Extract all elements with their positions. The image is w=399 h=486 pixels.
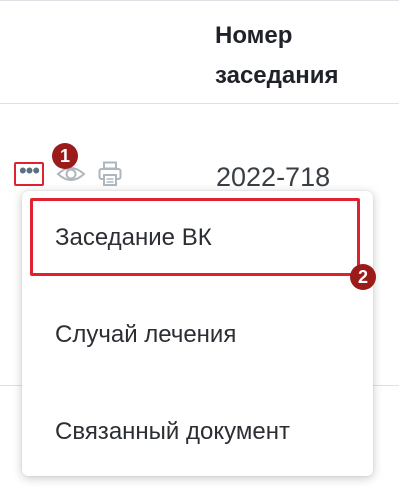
menu-item-related-document[interactable]: Связанный документ [22,402,373,462]
column-header-line1: Номер [215,22,293,49]
header-divider [0,103,399,104]
step-badge-1: 1 [52,143,78,169]
step-badge-2: 2 [350,264,376,290]
print-icon[interactable] [98,161,122,187]
menu-item-treatment-case[interactable]: Случай лечения [22,305,373,365]
column-header-line2: заседания [215,62,339,89]
column-header-number[interactable]: Номер заседания [215,16,339,96]
more-icon: ••• [18,158,40,183]
menu-item-highlight [30,198,360,276]
table-border-top [0,0,399,1]
more-actions-button[interactable]: ••• [14,158,44,186]
row-number-cell: 2022-718 [216,162,331,192]
